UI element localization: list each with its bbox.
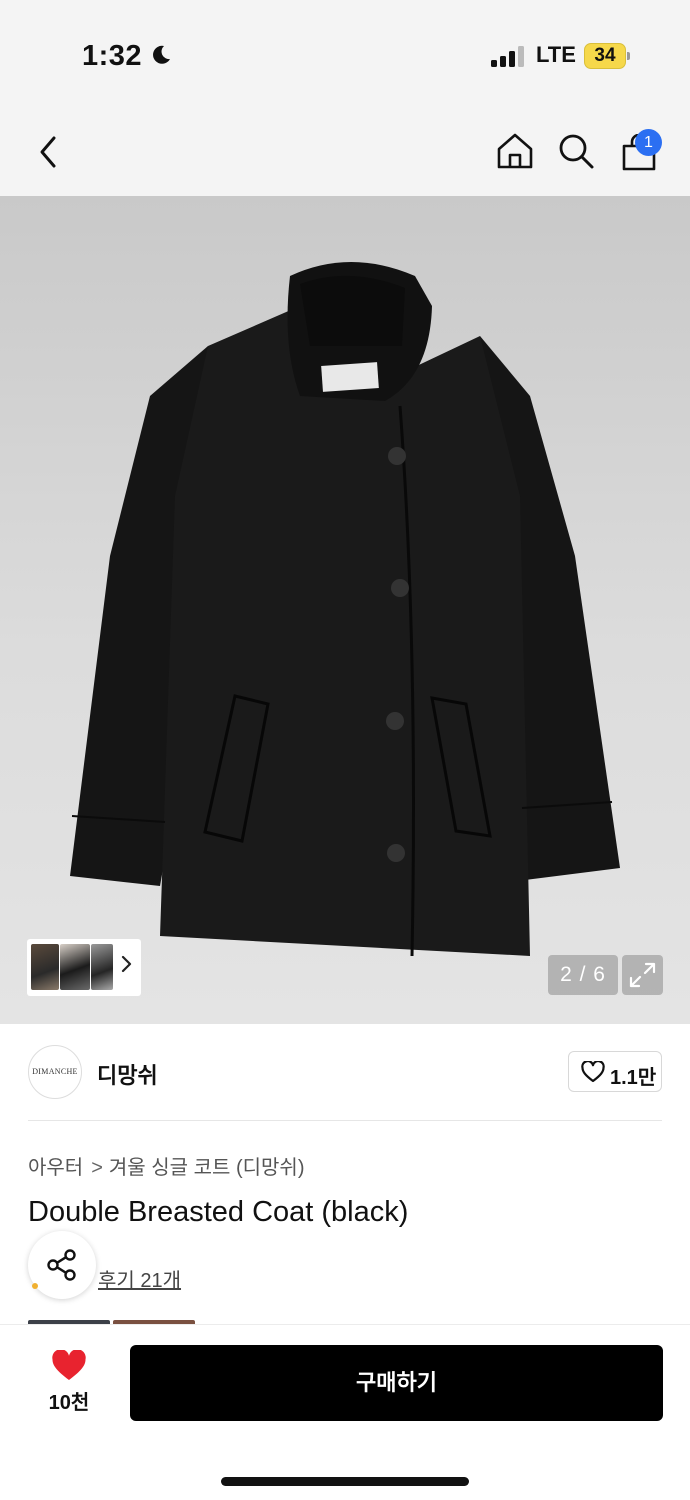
heart-outline-icon [581, 1061, 605, 1083]
product-title: Double Breasted Coat (black) [28, 1196, 409, 1228]
battery-icon: 34 [584, 43, 630, 69]
wishlist-button[interactable]: 10천 [38, 1350, 100, 1415]
rating-star-icon [32, 1283, 38, 1289]
breadcrumb-item[interactable]: 겨울 싱글 코트 (디망쉬) [109, 1157, 305, 1179]
signal-icon [491, 45, 525, 67]
buy-button[interactable]: 구매하기 [130, 1345, 663, 1421]
thumbnail-image[interactable] [31, 944, 59, 990]
search-icon[interactable] [557, 132, 595, 170]
brand-logo[interactable]: DIMANCHE [28, 1045, 82, 1099]
home-icon[interactable] [496, 132, 534, 170]
cart-count-badge: 1 [635, 129, 662, 156]
network-label: LTE [536, 42, 576, 67]
product-image[interactable] [0, 196, 690, 1024]
breadcrumb-item[interactable]: 아우터 [28, 1157, 83, 1179]
share-button[interactable] [28, 1231, 96, 1299]
share-icon [47, 1249, 76, 1281]
battery-percent: 34 [594, 45, 616, 66]
divider [28, 1120, 662, 1121]
breadcrumb-separator: > [91, 1157, 103, 1179]
thumbnail-image[interactable] [60, 944, 90, 990]
nav-bar [0, 110, 690, 196]
thumbnail-strip[interactable] [27, 939, 141, 996]
status-bar: 1:32 LTE 34 [0, 0, 690, 110]
brand-like-button[interactable]: 1.1만 [568, 1051, 662, 1092]
home-indicator [221, 1477, 469, 1486]
breadcrumb: 아우터 > 겨울 싱글 코트 (디망쉬) [28, 1151, 304, 1180]
brand-like-count: 1.1만 [610, 1067, 657, 1089]
back-icon[interactable] [36, 134, 62, 170]
moon-icon [153, 45, 170, 64]
chevron-right-icon[interactable] [119, 953, 133, 975]
reviews-link[interactable]: 후기 21개 [98, 1264, 181, 1293]
heart-filled-icon [52, 1350, 86, 1380]
expand-button[interactable] [622, 955, 663, 995]
wishlist-count: 10천 [48, 1392, 90, 1414]
thumbnail-image[interactable] [91, 944, 113, 990]
brand-name[interactable]: 디망쉬 [97, 1058, 158, 1090]
image-counter: 2 / 6 [548, 955, 618, 995]
coat-image [70, 262, 620, 957]
status-time: 1:32 [82, 40, 143, 72]
expand-icon [629, 962, 656, 988]
